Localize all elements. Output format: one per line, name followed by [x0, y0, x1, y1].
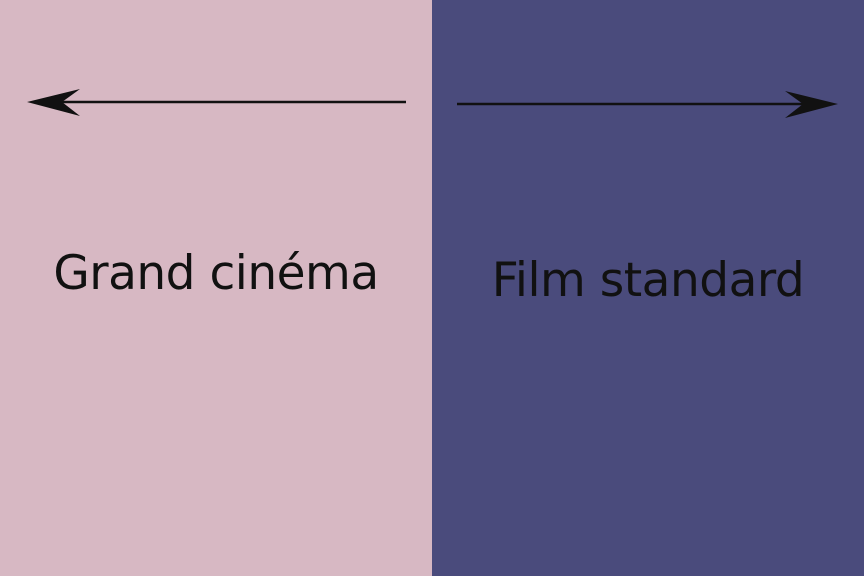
film-standard-label: Film standard [491, 253, 805, 308]
grand-cinema-label: Grand cinéma [53, 246, 379, 301]
